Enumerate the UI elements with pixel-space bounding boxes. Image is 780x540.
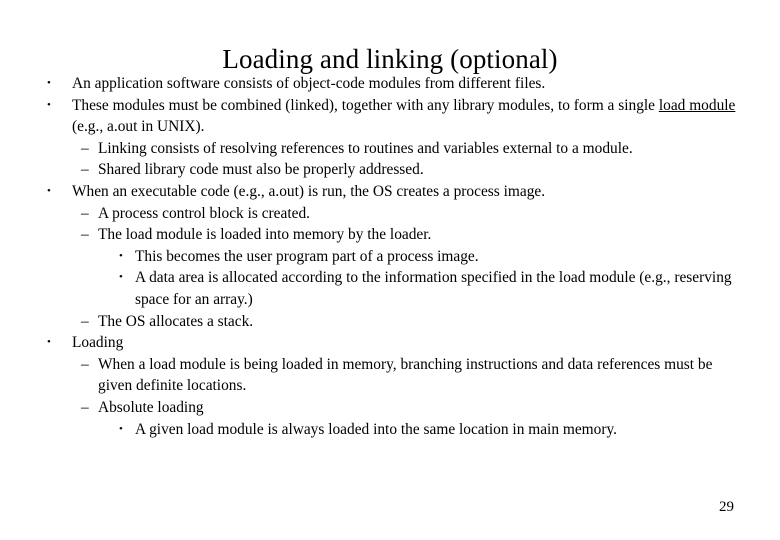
list-item-text: A data area is allocated according to th… xyxy=(135,269,732,308)
bullet-dash-icon: – xyxy=(81,139,89,157)
list-item-text: The OS allocates a stack. xyxy=(98,312,254,330)
list-item: – The OS allocates a stack. xyxy=(40,311,746,333)
page-title: Loading and linking (optional) xyxy=(222,44,558,75)
list-item: • A given load module is always loaded i… xyxy=(40,419,746,441)
underlined-term: load module xyxy=(658,96,736,114)
list-item-text: A process control block is created. xyxy=(98,204,310,222)
list-item-text: Linking consists of resolving references… xyxy=(98,139,633,157)
list-item-text: A given load module is always loaded int… xyxy=(135,420,617,438)
bullet-disc-icon: • xyxy=(119,249,123,262)
list-item: • These modules must be combined (linked… xyxy=(40,95,746,138)
list-item: – Linking consists of resolving referenc… xyxy=(40,138,746,160)
list-item: – Shared library code must also be prope… xyxy=(40,159,746,181)
list-item-text: An application software consists of obje… xyxy=(72,75,546,92)
list-item-text-segment: These modules must be combined (linked),… xyxy=(72,96,659,114)
bullet-dash-icon: – xyxy=(81,312,89,330)
slide-body-content: • An application software consists of ob… xyxy=(40,73,746,440)
bullet-disc-icon: • xyxy=(47,336,51,349)
list-item-text: Absolute loading xyxy=(98,398,204,416)
bullet-disc-icon: • xyxy=(119,271,123,284)
bullet-dash-icon: – xyxy=(81,204,89,222)
list-item-text: When a load module is being loaded in me… xyxy=(98,355,713,395)
bullet-disc-icon: • xyxy=(47,98,51,111)
bullet-dash-icon: – xyxy=(81,226,89,244)
list-item: – Absolute loading xyxy=(40,397,746,419)
list-item-text: This becomes the user program part of a … xyxy=(135,247,479,265)
list-item-text: When an executable code (e.g., a.out) is… xyxy=(72,182,546,200)
list-item: • An application software consists of ob… xyxy=(40,73,746,95)
slide-canvas: Loading and linking (optional) • An appl… xyxy=(0,0,780,540)
bullet-disc-icon: • xyxy=(47,77,51,89)
list-item: – The load module is loaded into memory … xyxy=(40,224,746,246)
list-item: – When a load module is being loaded in … xyxy=(40,354,746,397)
bullet-disc-icon: • xyxy=(119,422,123,435)
list-item: • A data area is allocated according to … xyxy=(40,267,746,310)
bullet-dash-icon: – xyxy=(81,161,89,179)
list-item-text: These modules must be combined (linked),… xyxy=(72,95,746,138)
list-item-text: The load module is loaded into memory by… xyxy=(98,226,432,244)
page-number: 29 xyxy=(719,499,734,515)
bullet-dash-icon: – xyxy=(81,398,89,416)
list-item-text: Shared library code must also be properl… xyxy=(98,161,424,179)
list-item-text-segment: (e.g., a.out in UNIX). xyxy=(72,118,205,136)
list-item: • This becomes the user program part of … xyxy=(40,246,746,268)
list-item-text: Loading xyxy=(72,334,124,352)
list-item: • When an executable code (e.g., a.out) … xyxy=(40,181,746,203)
bullet-dash-icon: – xyxy=(81,355,89,373)
list-item: – A process control block is created. xyxy=(40,203,746,225)
bullet-disc-icon: • xyxy=(47,184,51,197)
list-item: • Loading xyxy=(40,332,746,354)
